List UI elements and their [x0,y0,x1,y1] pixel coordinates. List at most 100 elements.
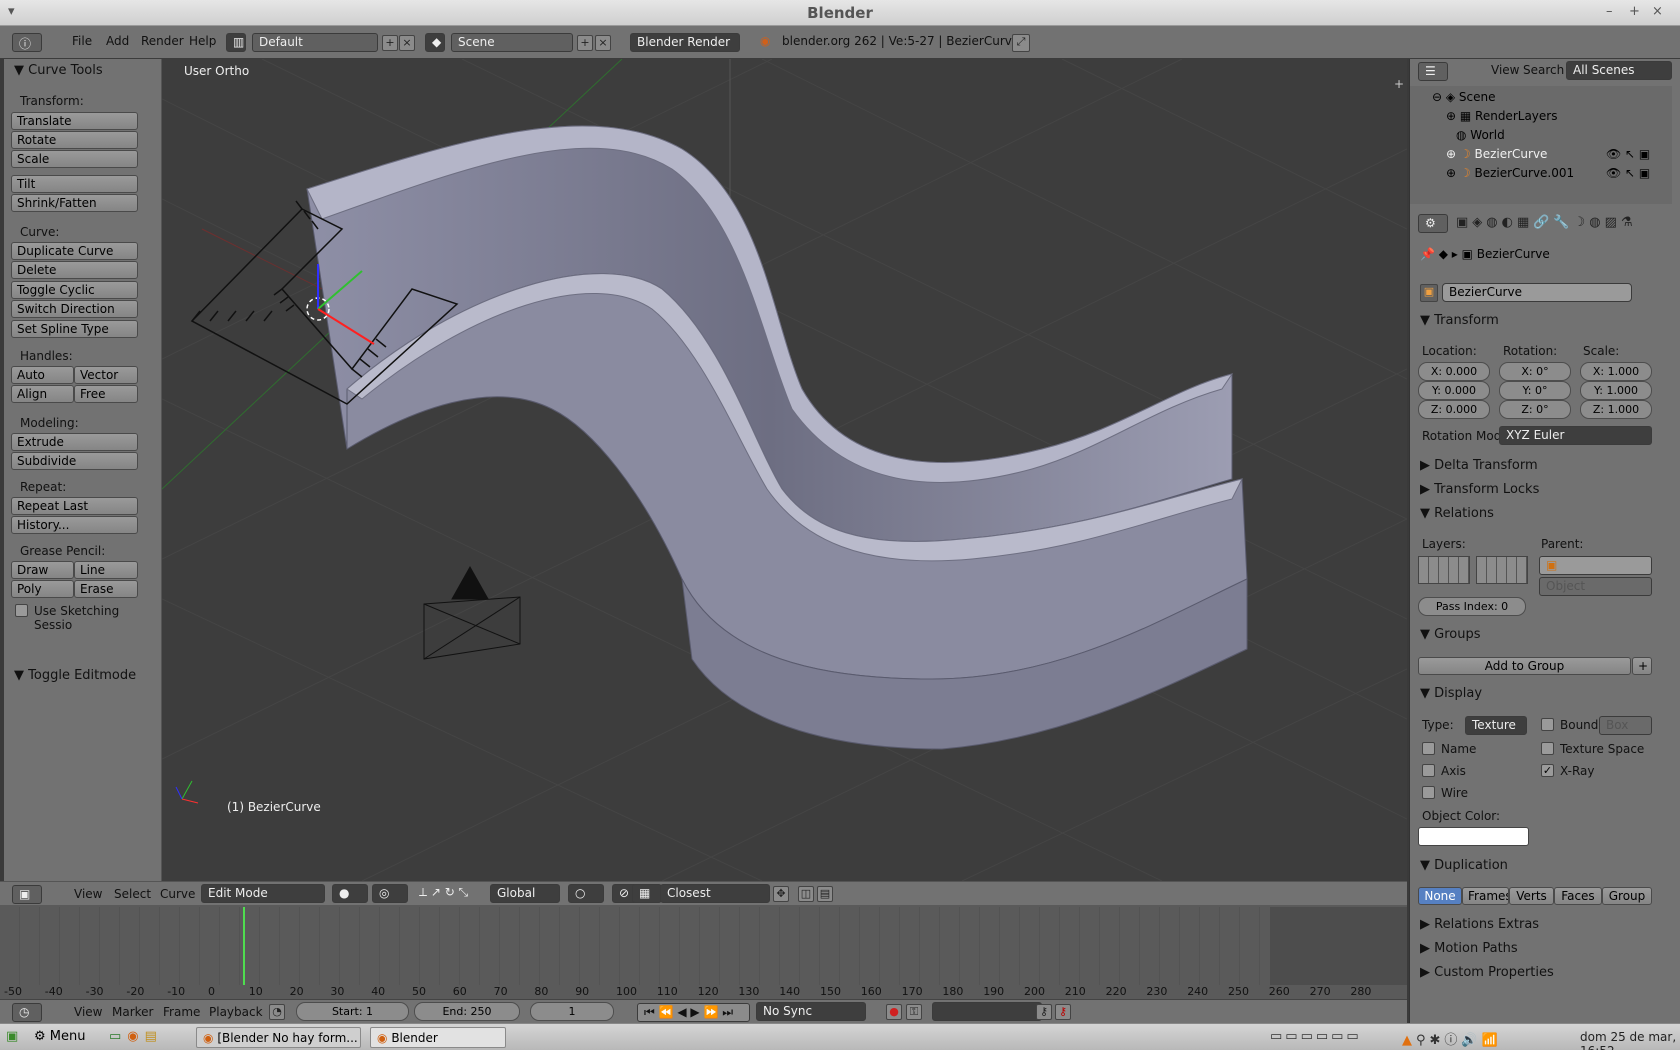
panel-motion-paths[interactable]: ▶ Motion Paths [1420,941,1668,956]
menu-view[interactable]: View [74,887,102,901]
snap-settings-icon[interactable]: ✥ [773,886,789,902]
screen-layout-icon[interactable]: ▥ [226,33,246,52]
handle-auto-button[interactable]: Auto [11,366,74,384]
tilt-button[interactable]: Tilt [11,175,138,193]
render-icon[interactable]: ◫ [798,886,814,902]
system-tray-icons[interactable]: ▲⚲✱ⓘ🔊📶 [1402,1029,1502,1048]
display-type-select[interactable]: Texture [1465,716,1527,735]
duplication-none-button[interactable]: None [1418,887,1462,905]
panel-toggle-editmode[interactable]: ▼ Toggle Editmode [14,668,136,683]
scene-icon[interactable]: ◆ [425,33,445,52]
playback-controls[interactable]: ⏮ ⏪ ◀ ▶ ⏩ ⏭ [637,1003,750,1022]
toggle-cyclic-button[interactable]: Toggle Cyclic [11,281,138,299]
bound-type-select[interactable]: Box [1599,716,1652,735]
panel-custom-properties[interactable]: ▶ Custom Properties [1420,965,1668,980]
duplication-frames-button[interactable]: Frames [1462,887,1509,905]
pass-index-field[interactable]: Pass Index: 0 [1418,597,1526,616]
maximize-icon[interactable]: + [1629,4,1640,19]
location-y-field[interactable]: Y: 0.000 [1418,381,1490,400]
menu-file[interactable]: File [72,34,92,48]
layers-grid-1[interactable] [1418,556,1470,584]
task-blender[interactable]: ◉ Blender [370,1027,506,1048]
subdivide-button[interactable]: Subdivide [11,452,138,470]
parent-field[interactable]: ▣ [1539,556,1652,575]
remove-scene-icon[interactable]: × [595,35,611,51]
duplicate-curve-button[interactable]: Duplicate Curve [11,242,138,260]
panel-transform[interactable]: ▼ Transform [1420,313,1668,328]
panel-display[interactable]: ▼ Display [1420,686,1668,701]
keying-set-icon[interactable]: ⚿ [906,1004,922,1020]
panel-groups[interactable]: ▼ Groups [1420,627,1668,642]
translate-button[interactable]: Translate [11,112,138,130]
scene-field[interactable]: Scene [451,33,573,52]
outliner-item-beziercurve-001[interactable]: ⊕ ☽ BezierCurve.001 [1446,166,1574,180]
quick-launch-icons[interactable]: ▭◉▤ [109,1029,163,1044]
grease-erase-button[interactable]: Erase [74,580,138,598]
duplication-faces-button[interactable]: Faces [1554,887,1602,905]
panel-relations[interactable]: ▼ Relations [1420,506,1668,521]
record-icon[interactable]: ● [886,1004,902,1020]
layers-grid-2[interactable] [1476,556,1528,584]
mint-logo-icon[interactable]: ▣ [6,1029,18,1044]
outliner-menu-view[interactable]: View [1491,63,1519,77]
editor-type-timeline-icon[interactable]: ◷ [12,1003,42,1022]
close-icon[interactable]: × [1652,4,1663,19]
editor-type-properties-icon[interactable]: ⚙ [1418,214,1448,233]
editor-type-outliner-icon[interactable]: ☰ [1418,62,1448,81]
rotation-mode-select[interactable]: XYZ Euler [1499,426,1652,445]
delete-keyframe-icon[interactable]: ⚷ [1055,1004,1071,1020]
end-frame-field[interactable]: End: 250 [414,1002,520,1021]
current-frame-cursor[interactable] [243,907,245,985]
timeline[interactable]: -50 -40 -30 -20 -10 0 10 20 30 40 50 60 70 80 90 100 110… [0,905,1407,1000]
keying-set-field[interactable] [932,1002,1042,1021]
delete-button[interactable]: Delete [11,261,138,279]
editor-type-3dview-icon[interactable]: ▣ [12,885,42,904]
rotation-y-field[interactable]: Y: 0° [1499,381,1571,400]
rotate-button[interactable]: Rotate [11,131,138,149]
outliner-item-scene[interactable]: ⊖ ◈ Scene [1432,90,1496,104]
wire-checkbox[interactable] [1422,786,1435,799]
duplication-group-button[interactable]: Group [1602,887,1652,905]
xray-checkbox[interactable]: ✓ [1541,764,1554,777]
viewport-shading-icon[interactable]: ● [332,884,368,903]
transform-orientation-select[interactable]: Global [490,884,560,903]
snap-element-icon[interactable]: ▦ [632,884,662,903]
location-x-field[interactable]: X: 0.000 [1418,362,1490,381]
camera-object[interactable] [423,565,521,660]
start-frame-field[interactable]: Start: 1 [296,1002,409,1021]
parent-type-select[interactable]: Object [1539,577,1652,596]
scale-x-field[interactable]: X: 1.000 [1580,362,1652,381]
render-engine-select[interactable]: Blender Render [630,33,740,52]
fullscreen-icon[interactable]: ⤢ [1012,34,1030,52]
panel-duplication[interactable]: ▼ Duplication [1420,858,1668,873]
switch-direction-button[interactable]: Switch Direction [11,300,138,318]
menu-render[interactable]: Render [141,34,184,48]
add-layout-icon[interactable]: + [382,35,398,51]
menu-curve[interactable]: Curve [160,887,195,901]
handle-vector-button[interactable]: Vector [74,366,138,384]
rotation-x-field[interactable]: X: 0° [1499,362,1571,381]
panel-transform-locks[interactable]: ▶ Transform Locks [1420,482,1668,497]
preview-range-icon[interactable]: ◔ [269,1004,285,1020]
workspace-switcher[interactable]: ▭▭▭▭▭▭ [1270,1029,1362,1044]
panel-delta-transform[interactable]: ▶ Delta Transform [1420,458,1668,473]
visibility-eye-icon[interactable]: 👁 ↖ ▣ [1606,166,1650,180]
name-checkbox[interactable] [1422,742,1435,755]
menu-add[interactable]: Add [106,34,129,48]
bound-checkbox[interactable] [1541,718,1554,731]
repeat-last-button[interactable]: Repeat Last [11,497,138,515]
set-spline-type-button[interactable]: Set Spline Type [11,320,138,338]
extrude-button[interactable]: Extrude [11,433,138,451]
grease-draw-button[interactable]: Draw [11,561,74,579]
add-scene-icon[interactable]: + [577,35,593,51]
insert-keyframe-icon[interactable]: ⚷ [1036,1004,1052,1020]
menu-marker[interactable]: Marker [112,1005,153,1019]
duplication-verts-button[interactable]: Verts [1509,887,1554,905]
menu-frame[interactable]: Frame [163,1005,200,1019]
mode-select[interactable]: Edit Mode [201,884,325,903]
render-anim-icon[interactable]: ▤ [817,886,833,902]
3d-viewport[interactable]: User Ortho (1) BezierCurve + [162,59,1407,881]
minimize-icon[interactable]: – [1606,4,1613,19]
menu-playback[interactable]: Playback [209,1005,263,1019]
current-frame-field[interactable]: 1 [530,1002,614,1021]
